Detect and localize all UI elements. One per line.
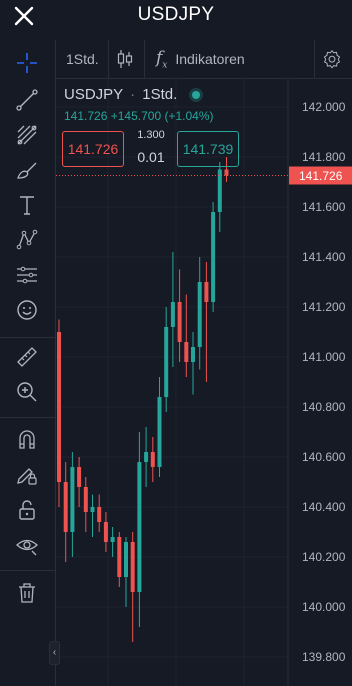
candle-body [164,327,169,397]
candle-body [150,452,155,467]
price-tick-label: 141.600 [302,200,346,214]
toolbar-divider [0,570,55,571]
candle-body [204,282,209,302]
indicators-button[interactable]: fx Indikatoren [156,40,245,78]
toolbar-divider [0,337,55,338]
eye-icon[interactable] [12,530,42,560]
candle-body [77,467,82,487]
legend-change: +145.700 [110,109,162,123]
toolbar-divider [108,40,109,78]
candle-body [130,542,135,592]
interval-selector[interactable]: 1Std. [66,40,99,78]
candle-body [90,507,95,512]
trend-line-icon[interactable] [12,85,42,115]
price-tick-label: 141.200 [302,300,346,314]
price-chart[interactable]: 142.000 141.800 141.600 141.400 141.200 141.0… [56,79,352,686]
candle-body [97,507,102,522]
price-tick-label: 141.400 [302,250,346,264]
candle-body [197,282,202,347]
symbol-title: USDJPY [137,4,215,25]
candle-body [157,397,162,467]
collapse-toolbar-button[interactable]: ‹ [49,641,60,665]
price-tick-label: 139.800 [302,650,346,664]
chart-toolbar: 1Std. fx Indikatoren [56,40,352,79]
sell-price: 141.726 [67,141,119,157]
candle-body [191,347,195,362]
candle-body [124,542,128,577]
interval-label: 1Std. [66,51,99,67]
magnet-icon[interactable] [12,425,42,455]
ruler-icon[interactable] [12,342,42,372]
emoji-icon[interactable] [12,295,42,325]
price-tick-label: 140.600 [302,450,346,464]
gear-icon[interactable] [322,40,342,78]
candle-body [70,467,75,532]
candle-body [103,522,108,542]
spread-value: 0.01 [137,149,165,165]
text-icon[interactable] [12,190,42,220]
candle-body [184,342,189,362]
toolbar-divider [144,40,145,78]
sell-button[interactable]: 141.726 [62,131,124,167]
legend-symbol: USDJPY [64,86,123,103]
candlestick-icon[interactable] [116,40,134,78]
lot-size[interactable]: 1.300 [128,129,174,141]
candle-body [170,302,175,327]
buy-price: 141.739 [182,141,234,157]
candle-body [177,302,182,342]
candle-body [224,169,229,176]
candle-body [83,487,88,512]
price-tick-label: 140.800 [302,400,346,414]
drawing-toolbar [0,40,56,686]
trash-icon[interactable] [12,578,42,608]
price-tick-label: 142.000 [302,100,346,114]
legend-separator: · [130,86,136,103]
candle-body [211,212,216,302]
candle-body [63,482,68,532]
crosshair-icon[interactable] [12,48,42,78]
indicators-label: Indikatoren [175,51,245,67]
toolbar-divider [314,40,315,78]
buy-button[interactable]: 141.739 [177,131,239,167]
fib-tool-icon[interactable] [12,120,42,150]
price-tick-label: 141.800 [302,150,346,164]
legend-interval: 1Std. [142,86,178,103]
lock-drawing-icon[interactable] [12,460,42,490]
fx-icon: fx [156,47,168,71]
price-tick-label: 140.400 [302,500,346,514]
pattern-icon[interactable] [12,225,42,255]
price-tick-label: 140.000 [302,600,346,614]
toolbar-divider [0,417,55,418]
measure-lines-icon[interactable] [12,260,42,290]
candle-body [57,332,61,482]
candle-body [110,537,115,542]
brush-icon[interactable] [12,155,42,185]
price-tick-label: 140.200 [302,550,346,564]
lock-icon[interactable] [12,495,42,525]
zoom-in-icon[interactable] [12,377,42,407]
price-tick-label: 141.000 [302,350,346,364]
legend-change-pct: (+1.04%) [164,109,214,123]
last-price-label: 141.726 [299,169,343,183]
market-open-indicator [189,88,203,102]
candle-body [144,452,149,462]
candle-body [137,462,142,592]
chart-area[interactable]: 142.000 141.800 141.600 141.400 141.200 141.0… [56,79,352,686]
candle-body [117,537,122,577]
legend-last-price: 141.726 [64,109,108,123]
top-bar: USDJPY [0,0,352,38]
